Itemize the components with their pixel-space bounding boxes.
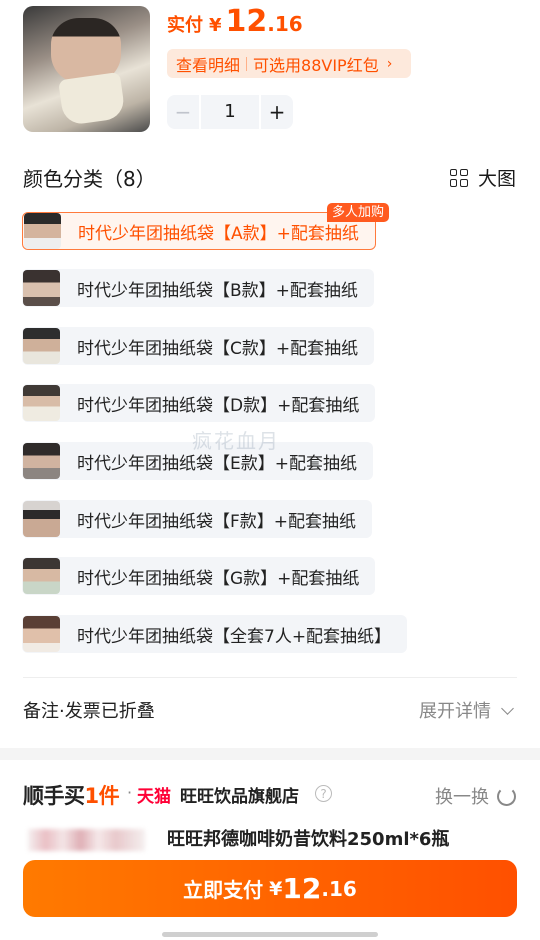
decrease-button[interactable]: − bbox=[167, 100, 199, 124]
price-decimal: .16 bbox=[267, 12, 303, 36]
recommend-title-count: 1件 bbox=[84, 784, 120, 808]
pay-label: 立即支付 bbox=[183, 878, 264, 902]
variant-label: 时代少年团抽纸袋【A款】+配套抽纸 bbox=[78, 223, 359, 244]
vip-redpacket-link[interactable]: 可选用88VIP红包 bbox=[253, 52, 379, 76]
variant-thumbnail bbox=[23, 328, 60, 364]
product-image[interactable] bbox=[23, 6, 150, 132]
chevron-right-icon: › bbox=[386, 55, 393, 72]
recommend-title: 顺手买1件 bbox=[23, 780, 120, 810]
grid-icon bbox=[449, 168, 468, 187]
help-icon[interactable]: ? bbox=[315, 785, 332, 802]
multi-buy-badge: 多人加购 bbox=[327, 203, 390, 222]
watermark: 疯花血月 bbox=[192, 429, 280, 453]
variant-thumbnail bbox=[24, 213, 61, 249]
chevron-down-icon bbox=[501, 701, 514, 715]
recommend-title-text: 顺手买 bbox=[23, 784, 85, 808]
variant-label: 时代少年团抽纸袋【F款】+配套抽纸 bbox=[77, 511, 357, 532]
swap-label: 换一换 bbox=[435, 787, 489, 808]
variant-section-title: 颜色分类（8） bbox=[23, 167, 156, 191]
variant-thumbnail bbox=[23, 616, 60, 652]
variant-label: 时代少年团抽纸袋【B款】+配套抽纸 bbox=[77, 280, 358, 301]
increase-button[interactable]: + bbox=[261, 100, 293, 124]
product-photo-tissue bbox=[58, 71, 126, 127]
variant-label: 时代少年团抽纸袋【G款】+配套抽纸 bbox=[77, 568, 360, 589]
variant-thumbnail bbox=[23, 385, 60, 421]
price-label: 实付 bbox=[167, 15, 203, 36]
store-name-link[interactable]: 旺旺饮品旗舰店 bbox=[180, 782, 299, 807]
divider bbox=[246, 56, 248, 71]
recommend-product-image[interactable] bbox=[28, 829, 145, 851]
variant-option-full-set[interactable]: 时代少年团抽纸袋【全套7人+配套抽纸】 bbox=[22, 615, 408, 653]
variant-label: 时代少年团抽纸袋【C款】+配套抽纸 bbox=[77, 338, 359, 359]
pay-now-button[interactable]: 立即支付 ¥ 12 .16 bbox=[23, 860, 517, 917]
variant-label: 时代少年团抽纸袋【全套7人+配套抽纸】 bbox=[77, 626, 392, 647]
quantity-stepper: − 1 + bbox=[167, 95, 293, 129]
variant-option-g[interactable]: 时代少年团抽纸袋【G款】+配套抽纸 bbox=[22, 557, 376, 595]
expand-label: 展开详情 bbox=[419, 701, 491, 722]
tmall-logo: 天猫 bbox=[137, 787, 171, 807]
home-indicator bbox=[162, 932, 378, 937]
view-detail-link[interactable]: 查看明细 bbox=[176, 52, 240, 76]
variant-option-b[interactable]: 时代少年团抽纸袋【B款】+配套抽纸 bbox=[22, 269, 374, 307]
big-image-label: 大图 bbox=[477, 168, 516, 190]
section-separator bbox=[0, 748, 540, 760]
variant-thumbnail bbox=[23, 270, 60, 306]
price-display: 实付 ¥ 12 .16 bbox=[167, 4, 303, 44]
variant-option-a[interactable]: 时代少年团抽纸袋【A款】+配套抽纸 bbox=[22, 212, 376, 250]
refresh-icon bbox=[497, 786, 516, 806]
quantity-value[interactable]: 1 bbox=[199, 95, 261, 129]
price-integer: 12 bbox=[225, 4, 268, 39]
separator-dot: · bbox=[127, 783, 133, 802]
price-currency: ¥ bbox=[209, 15, 222, 36]
divider bbox=[23, 677, 517, 678]
variant-option-f[interactable]: 时代少年团抽纸袋【F款】+配套抽纸 bbox=[22, 500, 373, 538]
expand-details-button[interactable]: 展开详情 bbox=[419, 697, 514, 723]
pay-decimal: .16 bbox=[321, 876, 357, 901]
variant-thumbnail bbox=[23, 501, 60, 537]
remarks-label: 备注·发票已折叠 bbox=[23, 701, 155, 722]
variant-thumbnail bbox=[23, 558, 60, 594]
variant-thumbnail bbox=[23, 443, 60, 479]
variant-label: 时代少年团抽纸袋【D款】+配套抽纸 bbox=[77, 395, 360, 416]
price-detail-bar[interactable]: 查看明细 可选用88VIP红包 › bbox=[167, 49, 411, 78]
variant-option-c[interactable]: 时代少年团抽纸袋【C款】+配套抽纸 bbox=[22, 327, 375, 365]
big-image-toggle[interactable]: 大图 bbox=[449, 164, 516, 191]
pay-integer: 12 bbox=[282, 872, 322, 905]
pay-currency: ¥ bbox=[269, 877, 283, 900]
variant-option-d[interactable]: 时代少年团抽纸袋【D款】+配套抽纸 bbox=[22, 384, 376, 422]
recommend-product-name[interactable]: 旺旺邦德咖啡奶昔饮料250ml*6瓶 bbox=[167, 825, 449, 851]
swap-button[interactable]: 换一换 bbox=[435, 783, 516, 809]
